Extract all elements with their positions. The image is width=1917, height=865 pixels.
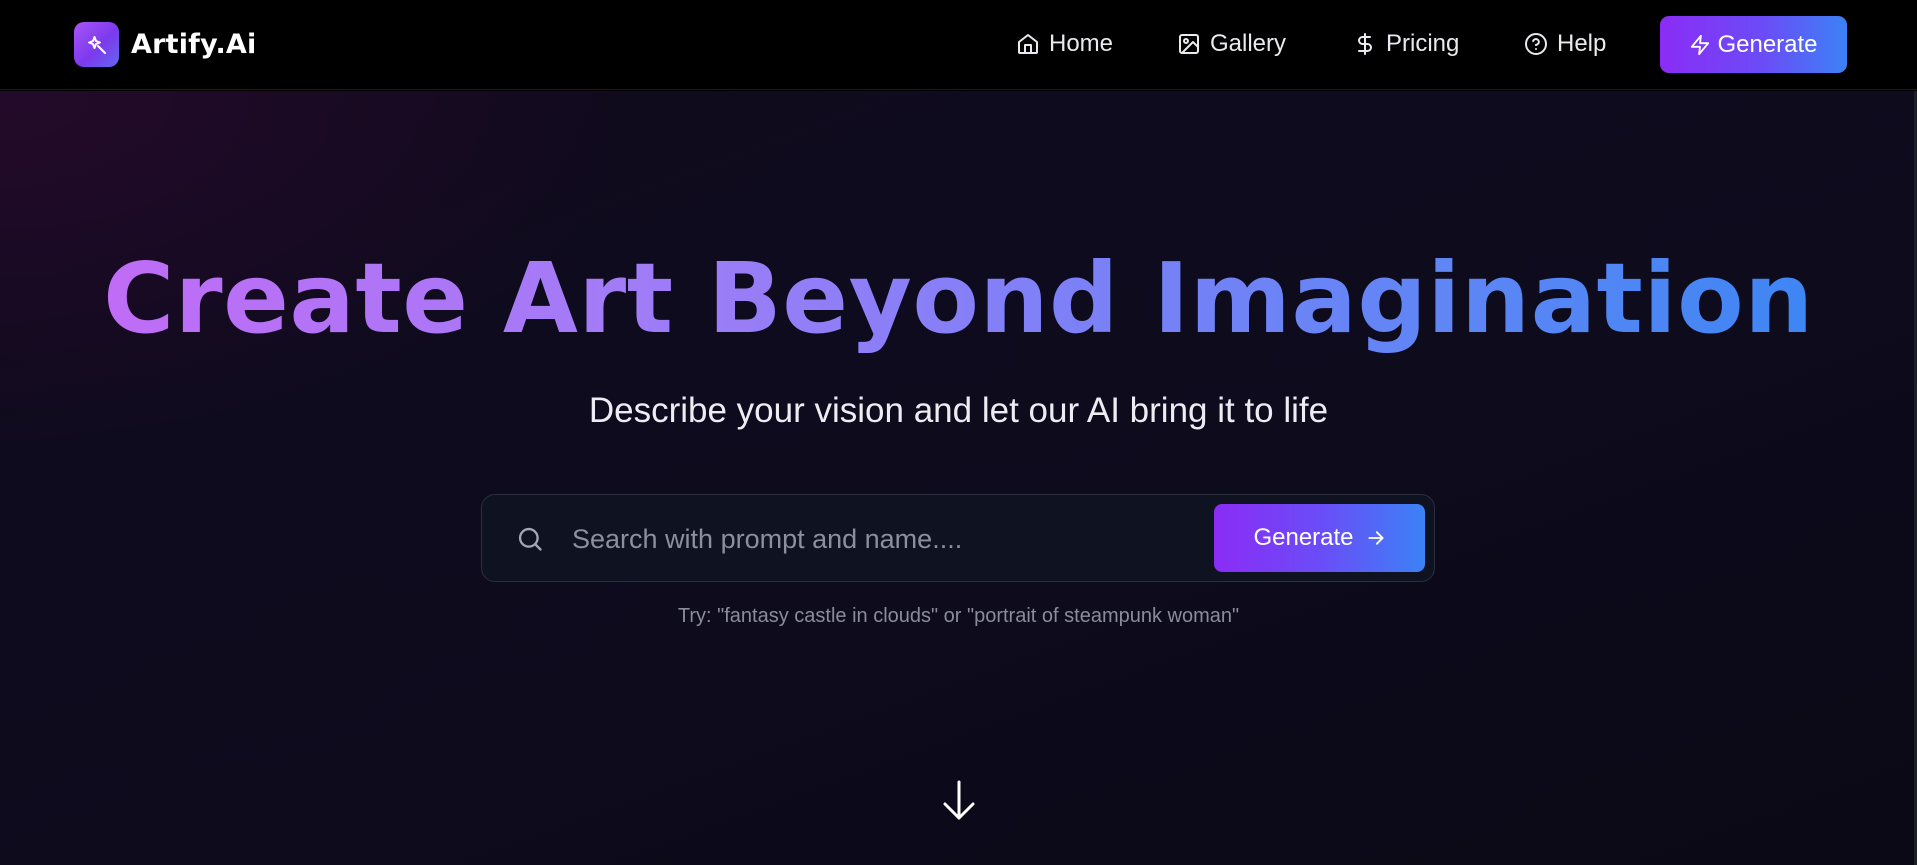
prompt-hint: Try: "fantasy castle in clouds" or "port… [677, 605, 1240, 627]
nav-item-label: Help [1557, 30, 1607, 57]
prompt-search-bar: Generate [481, 494, 1435, 582]
home-icon [1018, 34, 1038, 54]
nav-generate-label: Generate [1717, 30, 1818, 58]
hero-subtitle: Describe your vision and let our AI brin… [588, 391, 1329, 430]
top-navbar: Artify.Ai Home Gallery Pricing Help Gene… [0, 0, 1917, 90]
search-icon [518, 527, 542, 551]
dollar-icon [1358, 33, 1372, 55]
nav-generate-button[interactable]: Generate [1660, 16, 1847, 73]
search-generate-label: Generate [1253, 524, 1354, 551]
nav-item-label: Gallery [1210, 30, 1287, 57]
sparkle-wand-icon [74, 22, 119, 67]
help-circle-icon [1525, 33, 1547, 55]
hero-title-text: Create Art Beyond Imagination [103, 242, 1814, 355]
nav-item-label: Pricing [1386, 30, 1460, 57]
search-generate-button[interactable]: Generate [1214, 504, 1425, 572]
brand-name: Artify.Ai [131, 29, 257, 60]
nav-item-pricing[interactable]: Pricing [1353, 30, 1459, 58]
hero-section: Create Art Beyond Imagination Describe y… [0, 91, 1917, 865]
nav-item-label: Home [1049, 30, 1114, 57]
arrow-down-icon[interactable] [939, 778, 979, 824]
nav-item-help[interactable]: Help [1524, 30, 1606, 58]
nav-item-gallery[interactable]: Gallery [1177, 30, 1286, 58]
brand[interactable]: Artify.Ai [74, 22, 256, 67]
gallery-icon [1179, 34, 1199, 54]
arrow-right-icon [1367, 531, 1384, 545]
nav-item-home[interactable]: Home [1016, 30, 1113, 58]
prompt-search-input[interactable] [572, 515, 1172, 563]
hero-title: Create Art Beyond Imagination [0, 245, 1917, 353]
lightning-icon [1691, 34, 1710, 55]
